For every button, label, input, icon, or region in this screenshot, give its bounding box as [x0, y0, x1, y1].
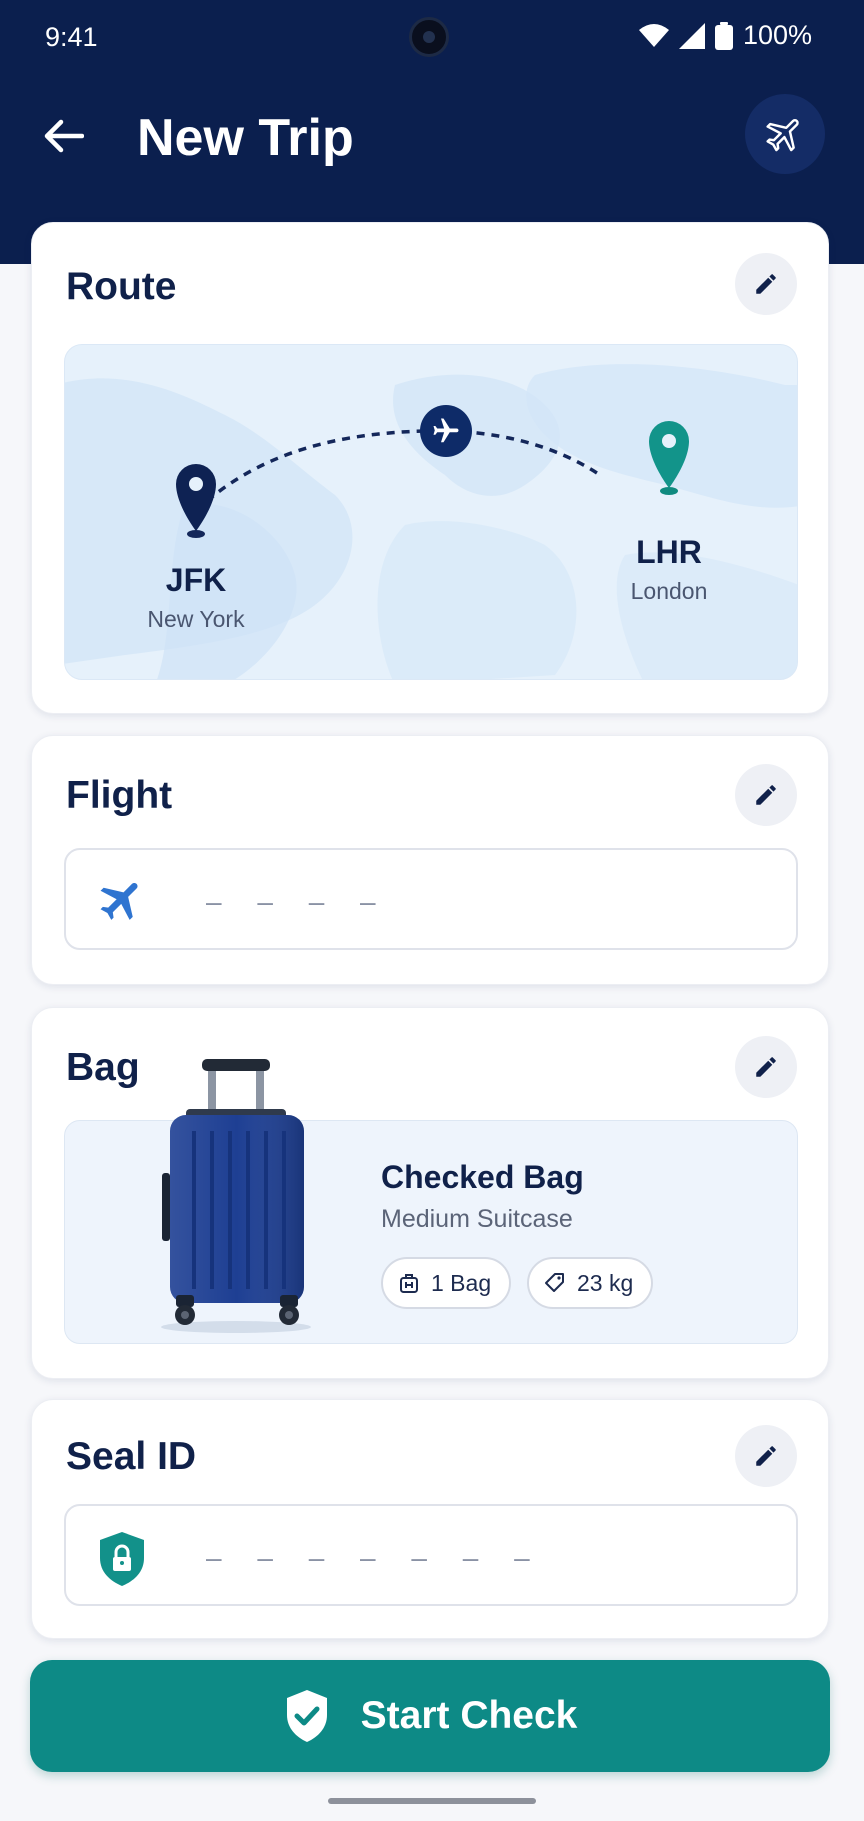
signal-icon [678, 22, 705, 49]
pencil-icon [756, 1446, 776, 1466]
tag-icon [545, 1273, 564, 1292]
arrow-left-icon [44, 119, 84, 153]
bag-weight-label: 23 kg [577, 1269, 634, 1296]
flight-title: Flight [66, 774, 173, 817]
pencil-icon [756, 785, 776, 805]
bag-weight-chip: 23 kg [527, 1257, 654, 1309]
shield-lock-icon [96, 1530, 148, 1593]
bag-count-chip: 1 Bag [381, 1257, 512, 1309]
seal-card: Seal ID – – – – – – – [31, 1399, 829, 1639]
route-map: JFK New York LHR London [64, 344, 798, 680]
seal-id-placeholder: – – – – – – – [206, 1542, 544, 1573]
origin-code: JFK [165, 562, 227, 598]
flight-number-field[interactable]: – – – – [64, 848, 798, 950]
start-check-label: Start Check [360, 1694, 578, 1737]
bag-subtitle: Medium Suitcase [381, 1205, 573, 1233]
seal-title: Seal ID [66, 1435, 197, 1478]
wifi-icon [638, 23, 669, 47]
flight-number-placeholder: – – – – [206, 886, 390, 917]
page-title: New Trip [137, 109, 354, 167]
airplane-icon [766, 119, 799, 152]
bag-card: Bag Checked Bag Medium Suitcase 1 Bag 23… [31, 1007, 829, 1379]
battery-icon [714, 21, 733, 50]
back-button[interactable] [40, 112, 88, 160]
route-card: Route JFK New York LHR London [31, 222, 829, 714]
edit-route-button[interactable] [735, 253, 797, 315]
seal-id-field[interactable]: – – – – – – – [64, 1504, 798, 1606]
route-title: Route [66, 265, 177, 308]
front-camera [409, 17, 449, 57]
battery-percent: 100% [742, 20, 812, 50]
pencil-icon [756, 274, 776, 294]
status-bar: 9:41 100% [0, 0, 864, 76]
route-plane-icon [420, 405, 472, 457]
origin-city: New York [147, 606, 245, 632]
destination-code: LHR [636, 534, 702, 570]
shield-check-icon [286, 1690, 327, 1742]
edit-bag-button[interactable] [735, 1036, 797, 1098]
edit-seal-button[interactable] [735, 1425, 797, 1487]
home-indicator[interactable] [328, 1798, 536, 1804]
destination-city: London [630, 578, 708, 604]
status-time: 9:41 [45, 22, 98, 52]
start-check-button[interactable]: Start Check [30, 1660, 830, 1772]
status-icons: 100% [638, 20, 812, 51]
bag-name: Checked Bag [381, 1159, 584, 1195]
flight-card: Flight – – – – [31, 735, 829, 985]
suitcase-image [161, 1059, 311, 1333]
edit-flight-button[interactable] [735, 764, 797, 826]
bag-count-label: 1 Bag [431, 1269, 492, 1296]
bag-title: Bag [66, 1046, 140, 1089]
trip-mode-button[interactable] [745, 94, 825, 174]
pencil-icon [756, 1057, 776, 1077]
luggage-icon [400, 1274, 418, 1293]
flight-airplane-icon [96, 874, 148, 931]
